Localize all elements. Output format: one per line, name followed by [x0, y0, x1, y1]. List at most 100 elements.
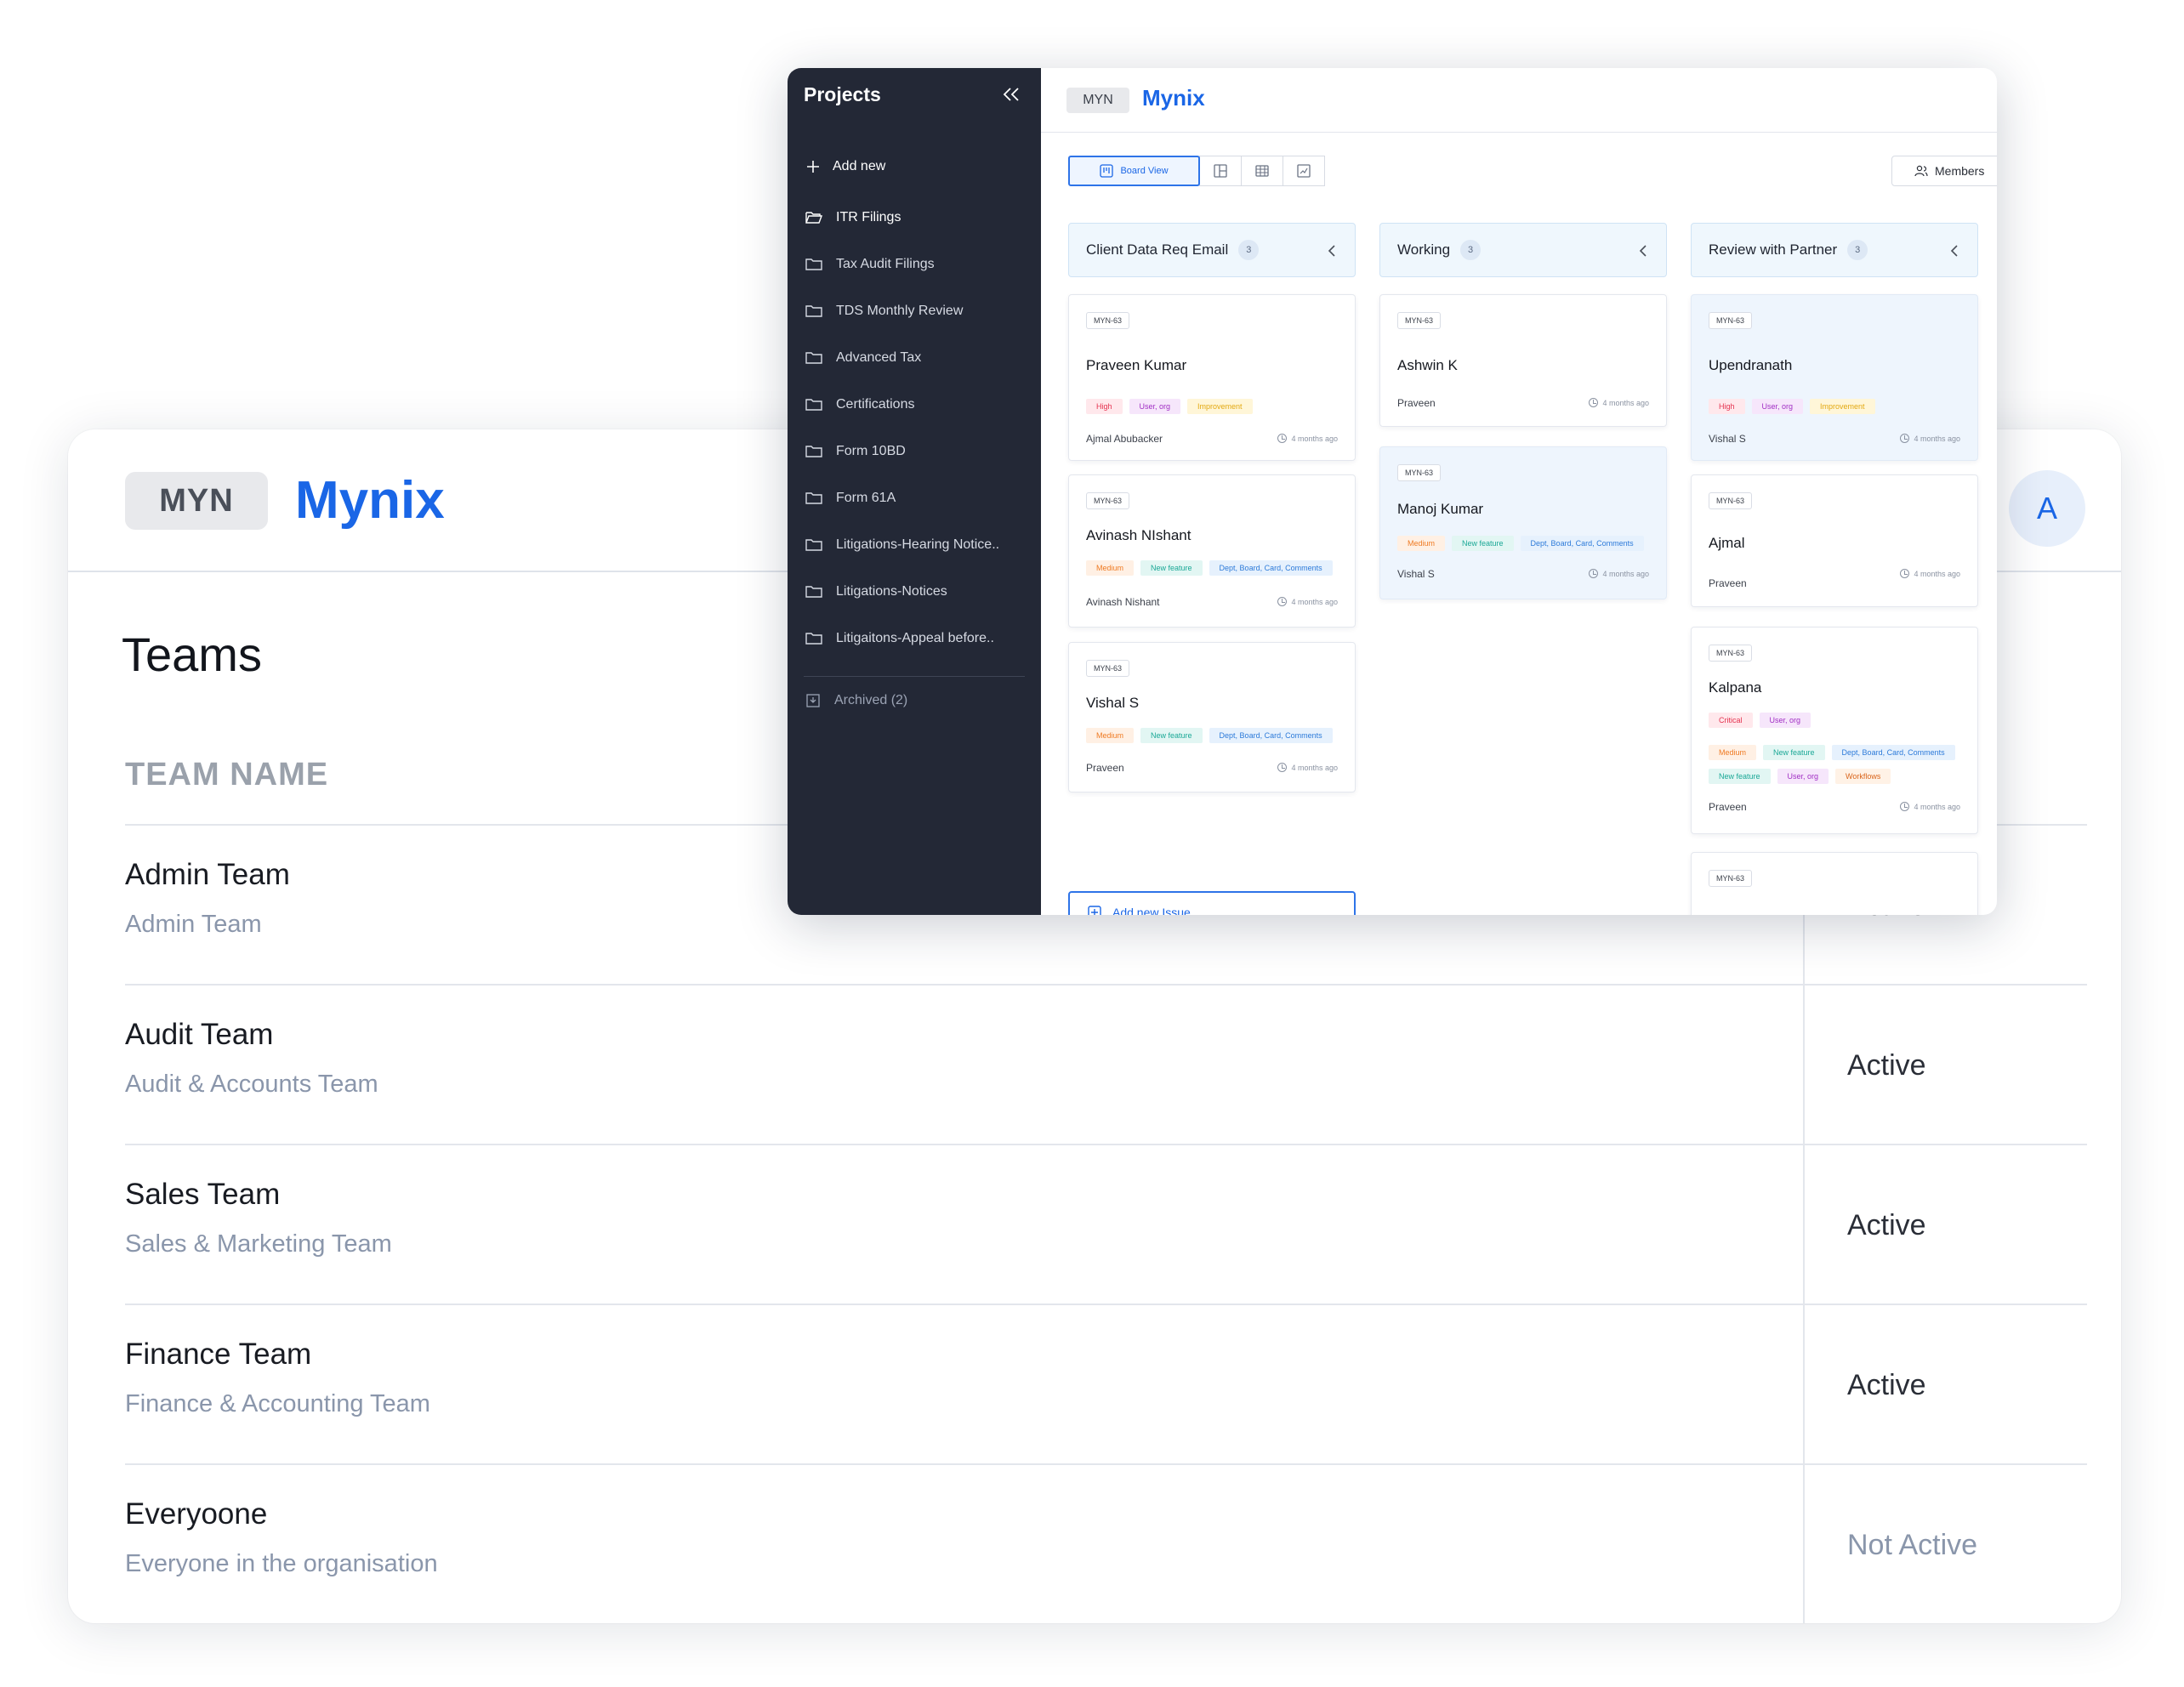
sidebar-item-tds-monthly-review[interactable]: TDS Monthly Review — [805, 287, 1027, 334]
issue-assignee: Avinash Nishant — [1086, 596, 1160, 608]
table-row[interactable]: Everyoone Everyone in the organisation N… — [125, 1465, 2087, 1623]
team-status: Active — [1847, 1049, 1926, 1082]
sidebar-item-form-10bd[interactable]: Form 10BD — [805, 428, 1027, 474]
sidebar-item-itr-filings[interactable]: ITR Filings — [805, 194, 1027, 241]
label-tag: Dept, Board, Card, Comments — [1209, 560, 1333, 576]
issue-assignee: Praveen — [1709, 577, 1747, 589]
sidebar-item-litigations-appeal[interactable]: Litigaitons-Appeal before.. — [805, 615, 1027, 662]
issue-title: Ashwin K — [1397, 357, 1458, 373]
issue-timestamp: 4 months ago — [1900, 569, 1960, 578]
project-name: Mynix — [295, 471, 445, 530]
folder-icon — [805, 258, 822, 271]
issue-title: Ajmal — [1709, 535, 1745, 551]
user-avatar[interactable]: A — [2009, 470, 2085, 547]
sidebar-item-label: Tax Audit Filings — [836, 256, 935, 271]
folder-icon — [805, 445, 822, 458]
board-window: Projects Add new ITR Filings Tax Audit F… — [788, 68, 1997, 915]
column-title: Review with Partner — [1709, 241, 1838, 258]
chart-view-button[interactable] — [1283, 156, 1325, 186]
sidebar-item-litigations-notices[interactable]: Litigations-Notices — [805, 568, 1027, 615]
clock-icon — [1900, 434, 1910, 443]
type-tag: New feature — [1140, 560, 1203, 576]
column-title: Working — [1397, 241, 1451, 258]
chevron-left-icon[interactable] — [1948, 242, 1960, 259]
collapse-sidebar-icon[interactable] — [1002, 83, 1021, 105]
priority-tag: Medium — [1086, 560, 1135, 576]
add-new-label: Add new — [833, 159, 886, 173]
sidebar-item-tax-audit-filings[interactable]: Tax Audit Filings — [805, 241, 1027, 287]
issue-card[interactable]: MYN-63 Manoj Kumar Medium New feature De… — [1379, 446, 1667, 599]
add-new-project-button[interactable]: Add new — [805, 159, 885, 174]
sidebar-item-label: Litigaitons-Appeal before.. — [836, 630, 994, 645]
sidebar-item-label: Form 61A — [836, 490, 896, 505]
issue-card[interactable]: MYN-63 Ashwin K Praveen 4 months ago — [1379, 294, 1667, 427]
issue-card[interactable]: MYN-63 — [1691, 852, 1978, 915]
sidebar-item-certifications[interactable]: Certifications — [805, 381, 1027, 428]
board-column-review-with-partner: Review with Partner 3 MYN-63 Upendranath… — [1691, 223, 1978, 915]
issue-card[interactable]: MYN-63 Upendranath High User, org Improv… — [1691, 294, 1978, 461]
chevron-left-icon[interactable] — [1637, 242, 1649, 259]
members-label: Members — [1935, 164, 1985, 178]
issue-id-badge: MYN-63 — [1709, 870, 1753, 887]
issue-card[interactable]: MYN-63 Ajmal Praveen 4 months ago — [1691, 474, 1978, 607]
type-tag: New feature — [1140, 728, 1203, 743]
issue-card[interactable]: MYN-63 Kalpana Critical User, org Medium… — [1691, 627, 1978, 834]
issue-id-badge: MYN-63 — [1397, 312, 1442, 329]
folder-icon — [805, 538, 822, 552]
table-row[interactable]: Audit Team Audit & Accounts Team Active — [125, 986, 2087, 1145]
issue-card[interactable]: MYN-63 Avinash NIshant Medium New featur… — [1068, 474, 1356, 628]
issue-card[interactable]: MYN-63 Praveen Kumar High User, org Impr… — [1068, 294, 1356, 461]
members-button[interactable]: Members — [1891, 156, 1997, 186]
sidebar-item-advanced-tax[interactable]: Advanced Tax — [805, 334, 1027, 381]
archived-projects-link[interactable]: Archived (2) — [805, 693, 907, 708]
issue-tags: High User, org Improvement — [1086, 399, 1341, 414]
clock-icon — [1900, 569, 1910, 578]
chevron-left-icon[interactable] — [1326, 242, 1338, 259]
table-row[interactable]: Finance Team Finance & Accounting Team A… — [125, 1305, 2087, 1465]
team-name: Finance Team — [125, 1338, 312, 1371]
split-view-button[interactable] — [1199, 156, 1242, 186]
team-name: Sales Team — [125, 1178, 281, 1211]
timestamp-label: 4 months ago — [1602, 569, 1649, 578]
table-row[interactable]: Sales Team Sales & Marketing Team Active — [125, 1145, 2087, 1305]
priority-tag: High — [1086, 399, 1123, 414]
type-tag: New feature — [1763, 745, 1825, 760]
table-view-button[interactable] — [1241, 156, 1283, 186]
project-code-badge: MYN — [1066, 88, 1129, 113]
sidebar-item-litigations-hearing-notice[interactable]: Litigations-Hearing Notice.. — [805, 521, 1027, 568]
plus-icon — [805, 159, 821, 174]
team-name: Audit Team — [125, 1018, 274, 1051]
type-tag: Improvement — [1187, 399, 1253, 414]
issue-title: Kalpana — [1709, 679, 1762, 696]
sidebar-item-label: Certifications — [836, 396, 915, 412]
issue-tags: Medium New feature Dept, Board, Card, Co… — [1086, 560, 1341, 576]
issue-assignee: Praveen — [1086, 762, 1124, 774]
column-count-badge: 3 — [1460, 240, 1482, 260]
board-view-label: Board View — [1120, 166, 1169, 176]
sidebar-item-form-61a[interactable]: Form 61A — [805, 474, 1027, 521]
chart-icon — [1296, 163, 1311, 179]
issue-assignee: Vishal S — [1397, 568, 1435, 580]
timestamp-label: 4 months ago — [1914, 569, 1960, 578]
team-description: Audit & Accounts Team — [125, 1071, 378, 1098]
priority-tag: Critical — [1709, 713, 1753, 728]
add-issue-label: Add new Issue — [1112, 906, 1191, 915]
folder-icon — [805, 585, 822, 599]
team-name-column-header[interactable]: TEAM NAME — [125, 757, 328, 793]
add-new-issue-button[interactable]: Add new Issue — [1068, 891, 1356, 915]
timestamp-label: 4 months ago — [1291, 763, 1338, 772]
workflow-tag: Workflows — [1835, 769, 1891, 784]
issue-tags: High User, org Improvement — [1709, 399, 1964, 414]
folder-icon — [805, 351, 822, 365]
timestamp-label: 4 months ago — [1914, 434, 1960, 443]
label-tag: Dept, Board, Card, Comments — [1520, 536, 1644, 551]
column-header: Review with Partner 3 — [1691, 223, 1978, 277]
issue-id-badge: MYN-63 — [1086, 492, 1130, 509]
issue-card[interactable]: MYN-63 Vishal S Medium New feature Dept,… — [1068, 642, 1356, 792]
team-description: Sales & Marketing Team — [125, 1230, 392, 1258]
label-tag: Dept, Board, Card, Comments — [1209, 728, 1333, 743]
priority-tag: High — [1709, 399, 1745, 414]
board-view-button[interactable]: Board View — [1068, 156, 1200, 186]
team-status: Not Active — [1847, 1529, 1978, 1561]
issue-title: Vishal S — [1086, 695, 1140, 711]
